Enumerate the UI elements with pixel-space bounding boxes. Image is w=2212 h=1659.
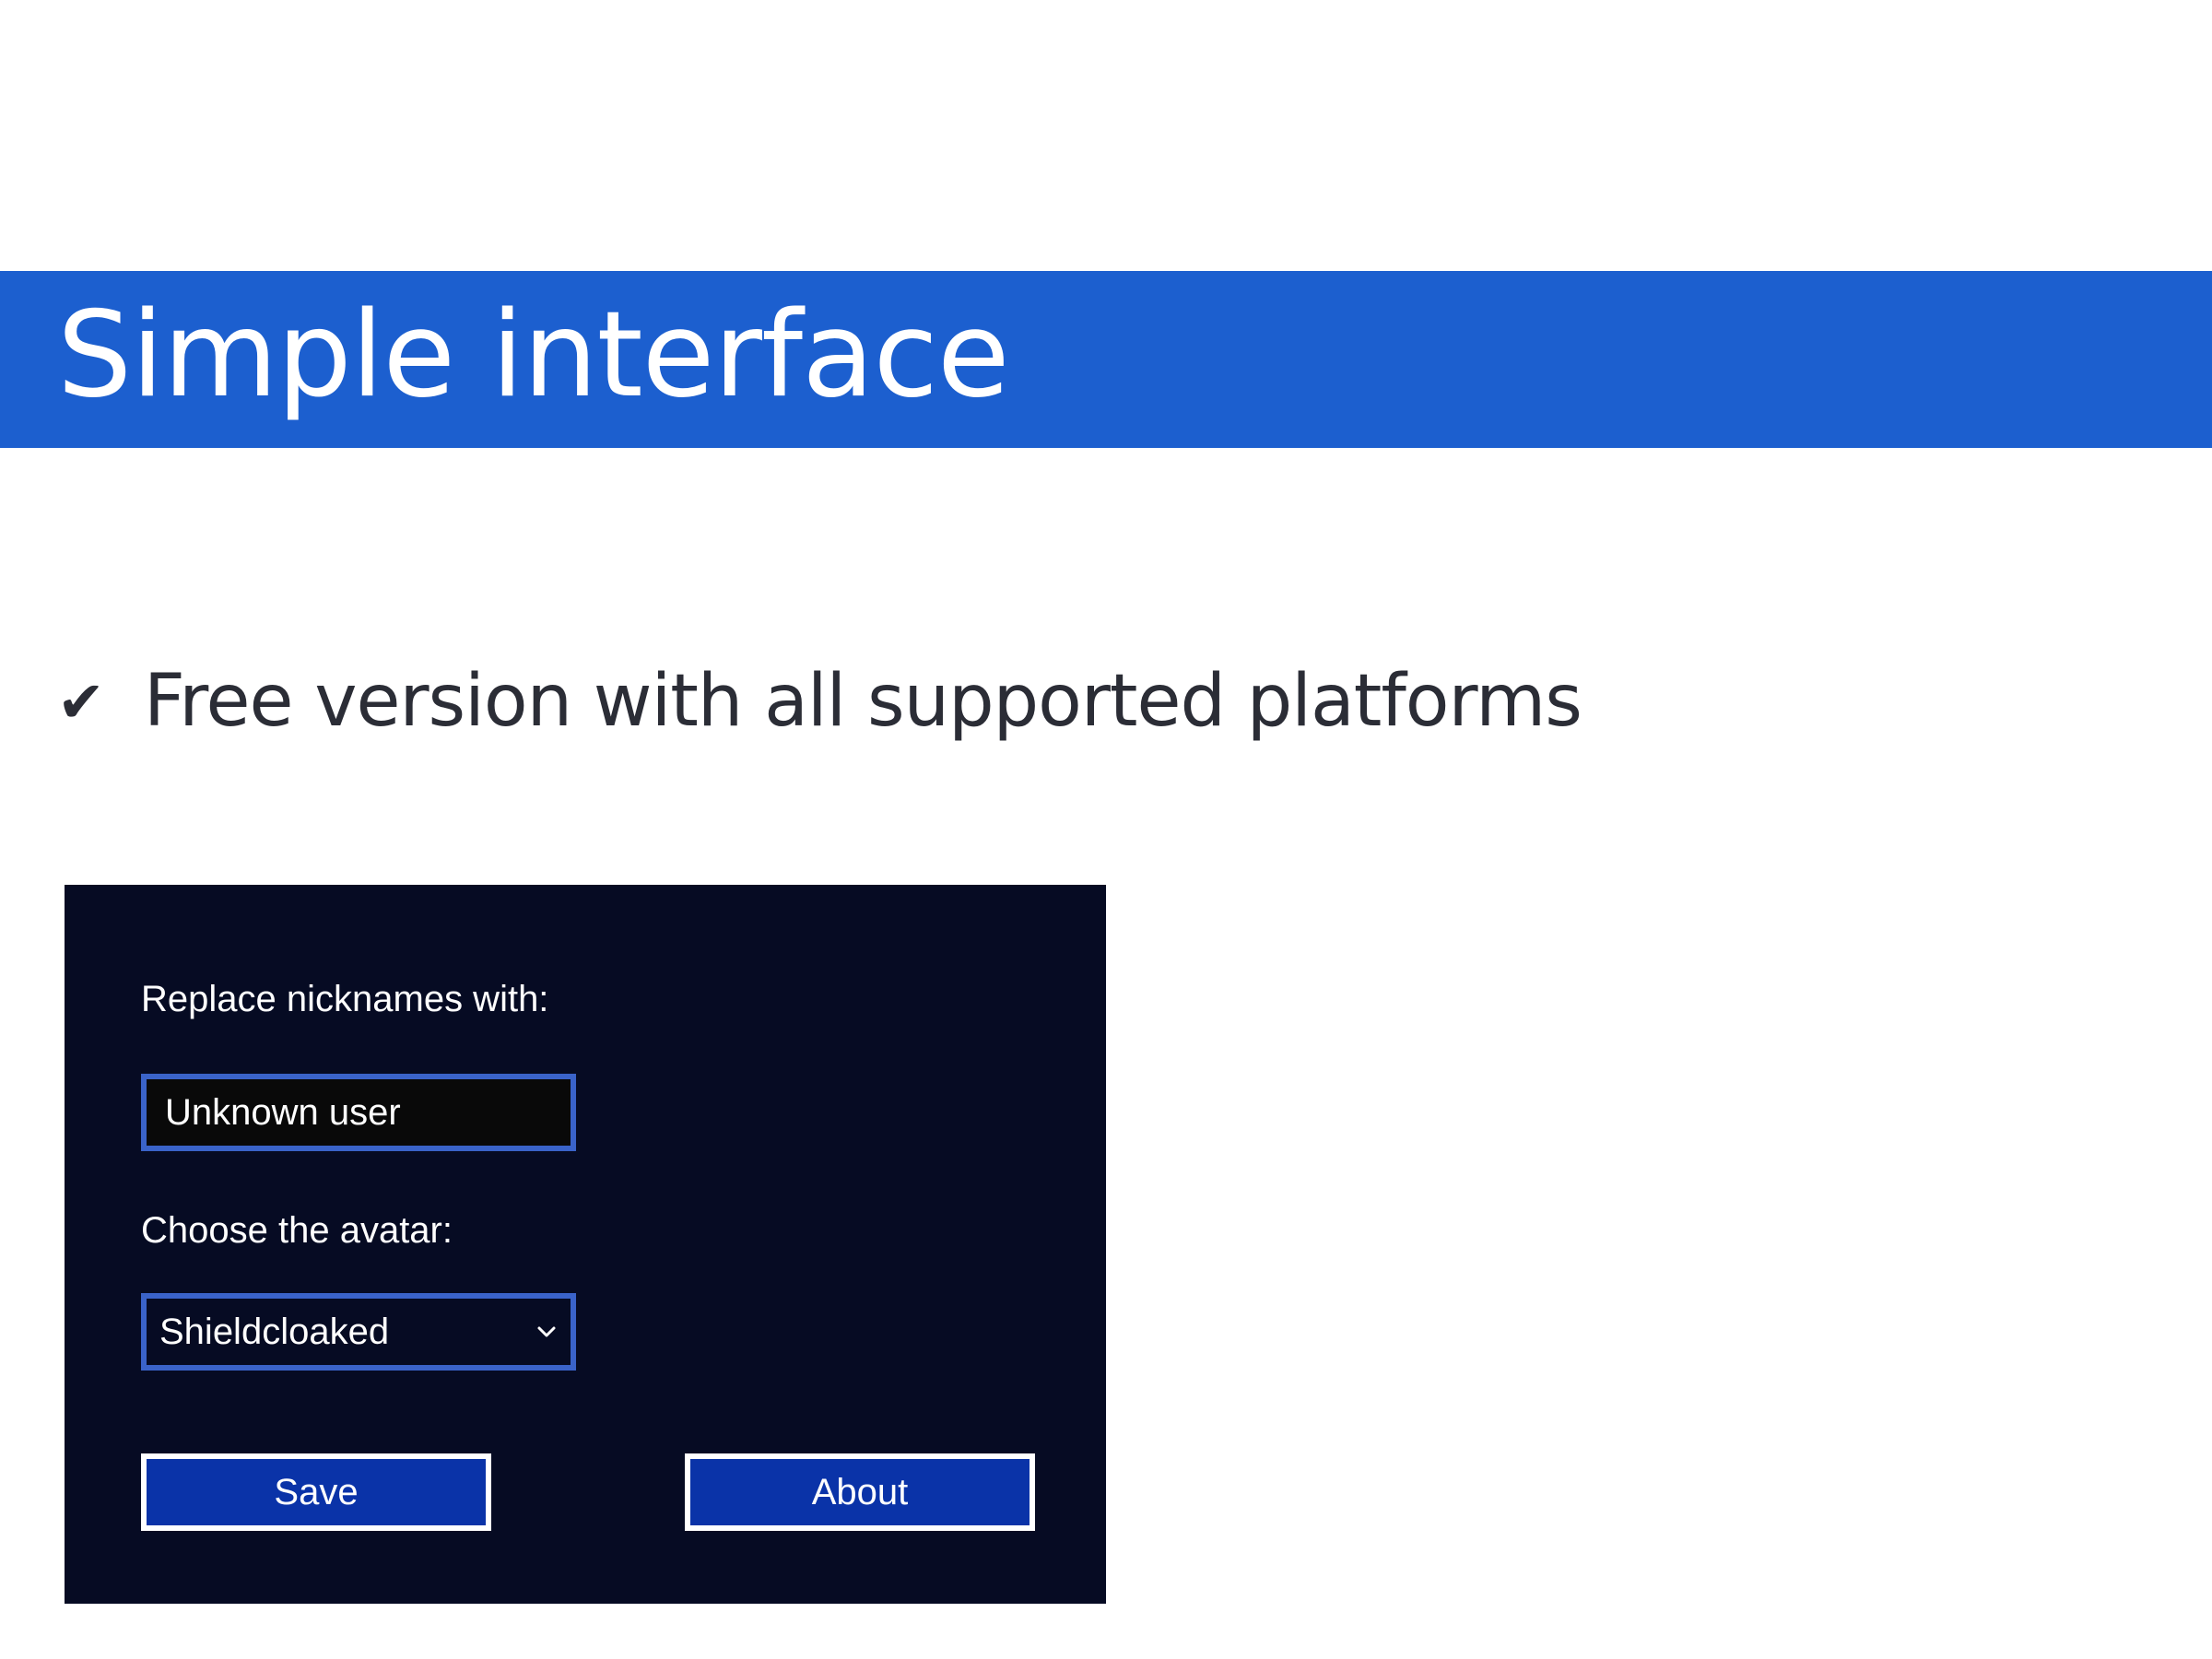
avatar-select[interactable]: Shieldcloaked xyxy=(141,1293,576,1371)
avatar-label: Choose the avatar: xyxy=(141,1210,453,1251)
bullet-item: ✔ Free version with all supported platfo… xyxy=(57,651,1583,752)
about-button[interactable]: About xyxy=(685,1453,1035,1531)
nickname-input[interactable] xyxy=(141,1074,576,1151)
title-band: Simple interface xyxy=(0,271,2212,448)
check-icon: ✔ xyxy=(57,667,105,735)
save-button[interactable]: Save xyxy=(141,1453,491,1531)
chevron-down-icon xyxy=(535,1321,558,1343)
settings-panel: Replace nicknames with: Choose the avata… xyxy=(65,885,1106,1604)
nickname-label: Replace nicknames with: xyxy=(141,979,549,1019)
slide-title: Simple interface xyxy=(57,287,1010,424)
bullet-text: Free version with all supported platform… xyxy=(144,660,1583,743)
avatar-select-value: Shieldcloaked xyxy=(159,1311,390,1352)
